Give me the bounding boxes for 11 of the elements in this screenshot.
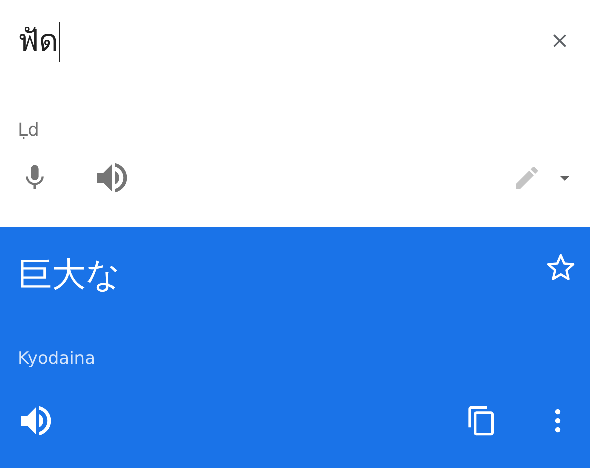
speaker-icon[interactable] bbox=[21, 406, 51, 436]
text-cursor bbox=[59, 22, 60, 62]
microphone-icon[interactable] bbox=[25, 164, 45, 192]
speaker-icon[interactable] bbox=[97, 163, 127, 193]
source-transliteration: Ḷd bbox=[18, 120, 40, 141]
dropdown-caret-icon[interactable] bbox=[560, 176, 570, 180]
translation-transliteration: Kyodaina bbox=[18, 349, 96, 369]
input-field[interactable]: ฟัด bbox=[18, 20, 60, 64]
translation-text: 巨大な bbox=[18, 254, 121, 297]
more-options-icon[interactable] bbox=[554, 409, 562, 433]
star-icon[interactable] bbox=[546, 253, 576, 283]
